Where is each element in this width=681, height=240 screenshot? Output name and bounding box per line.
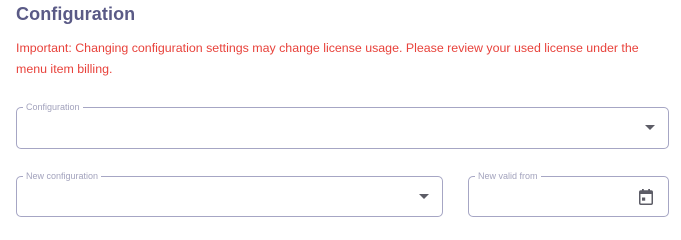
configuration-select[interactable]: Configuration xyxy=(16,101,669,149)
chevron-down-icon[interactable] xyxy=(645,125,655,130)
license-warning-text: Important: Changing configuration settin… xyxy=(16,41,639,76)
new-valid-from-date-field[interactable]: New valid from xyxy=(468,170,669,217)
new-configuration-select[interactable]: New configuration xyxy=(16,170,443,217)
page-title: Configuration xyxy=(16,4,136,24)
configuration-label: Configuration xyxy=(23,101,83,113)
new-configuration-label: New configuration xyxy=(23,170,102,182)
new-valid-from-label: New valid from xyxy=(475,170,541,182)
chevron-down-icon[interactable] xyxy=(419,193,429,199)
calendar-icon[interactable] xyxy=(639,188,653,205)
